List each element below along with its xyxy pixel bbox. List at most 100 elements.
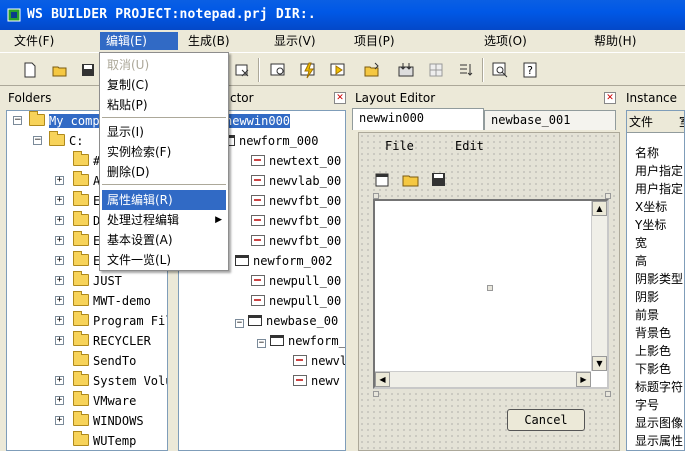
- expand-icon[interactable]: +: [55, 176, 64, 185]
- tree-folder[interactable]: + E: [55, 231, 100, 251]
- tree-drive[interactable]: − C:: [33, 131, 83, 151]
- tab-file[interactable]: 文件: [629, 113, 653, 130]
- expand-icon[interactable]: +: [55, 296, 64, 305]
- property-width[interactable]: 宽: [635, 234, 647, 252]
- tree-folder[interactable]: #: [73, 151, 100, 171]
- preview-search-icon[interactable]: [488, 58, 512, 82]
- menu-edit[interactable]: 编辑(E): [100, 32, 178, 50]
- expand-icon[interactable]: +: [55, 376, 64, 385]
- menu-item-delete[interactable]: 删除(D): [102, 162, 226, 182]
- design-menu-edit[interactable]: Edit: [455, 139, 484, 153]
- tree-folder[interactable]: + RECYCLER: [55, 331, 151, 351]
- new-window-icon[interactable]: [373, 169, 393, 189]
- tree-node[interactable]: newvfbt_00: [251, 231, 341, 251]
- property-background[interactable]: 背景色: [635, 324, 671, 342]
- tree-node[interactable]: newpull_00: [251, 271, 341, 291]
- menu-item-edit-procedure[interactable]: 处理过程编辑 ▶: [102, 210, 226, 230]
- collapse-icon[interactable]: −: [235, 319, 244, 328]
- tree-node[interactable]: newpull_00: [251, 291, 341, 311]
- tree-node[interactable]: newform_002: [235, 251, 332, 271]
- collapse-icon[interactable]: −: [33, 136, 42, 145]
- resize-handle[interactable]: [605, 193, 611, 199]
- tree-folder[interactable]: + VMware: [55, 391, 136, 411]
- tab-room[interactable]: 室: [679, 113, 684, 130]
- tree-folder[interactable]: + D: [55, 211, 100, 231]
- save-icon[interactable]: [76, 58, 100, 82]
- tree-folder[interactable]: + JUST: [55, 271, 122, 291]
- property-y[interactable]: Y坐标: [635, 216, 666, 234]
- menu-project[interactable]: 项目(P): [348, 32, 401, 50]
- tree-folder[interactable]: SendTo: [73, 351, 136, 371]
- tree-node[interactable]: − newform_: [257, 331, 345, 351]
- tree-folder[interactable]: + A: [55, 171, 100, 191]
- property-user-spec-2[interactable]: 用户指定: [635, 180, 683, 198]
- design-menu-file[interactable]: File: [385, 139, 414, 153]
- tree-node[interactable]: newvfbt_00: [251, 211, 341, 231]
- tree-folder[interactable]: + E: [55, 191, 100, 211]
- open-folder-icon[interactable]: [401, 169, 421, 189]
- tab-newwin000[interactable]: newwin000: [352, 108, 484, 130]
- resize-handle[interactable]: [373, 391, 379, 397]
- property-font-size[interactable]: 字号: [635, 396, 659, 414]
- tree-root[interactable]: − My comp: [13, 111, 100, 131]
- menu-item-copy[interactable]: 复制(C): [102, 75, 226, 95]
- property-top-shadow[interactable]: 上影色: [635, 342, 671, 360]
- menu-item-show[interactable]: 显示(I): [102, 122, 226, 142]
- menu-view[interactable]: 显示(V): [268, 32, 322, 50]
- tree-node[interactable]: newvlab_00: [251, 171, 341, 191]
- download-icon[interactable]: [394, 58, 418, 82]
- tree-folder[interactable]: + WINDOWS: [55, 411, 144, 431]
- delete-widget-icon[interactable]: [230, 58, 254, 82]
- resize-handle[interactable]: [373, 193, 379, 199]
- tree-folder[interactable]: + Program Fil: [55, 311, 167, 331]
- property-display-attr[interactable]: 显示属性: [635, 432, 683, 450]
- expand-icon[interactable]: +: [55, 336, 64, 345]
- sort-icon[interactable]: [454, 58, 478, 82]
- property-name[interactable]: 名称: [635, 144, 659, 162]
- tree-folder[interactable]: + MWT-demo: [55, 291, 151, 311]
- menu-item-find-instance[interactable]: 实例检索(F): [102, 142, 226, 162]
- tree-folder[interactable]: + System Volu: [55, 371, 167, 391]
- expand-icon[interactable]: +: [55, 236, 64, 245]
- collapse-icon[interactable]: −: [13, 116, 22, 125]
- run-icon[interactable]: [326, 58, 350, 82]
- property-title-text[interactable]: 标题字符: [635, 378, 683, 396]
- expand-icon[interactable]: +: [55, 196, 64, 205]
- scroll-right-icon[interactable]: ▶: [576, 372, 591, 387]
- property-x[interactable]: X坐标: [635, 198, 667, 216]
- tree-folder[interactable]: + E: [55, 251, 100, 271]
- property-foreground[interactable]: 前景: [635, 306, 659, 324]
- expand-icon[interactable]: +: [55, 316, 64, 325]
- scroll-up-icon[interactable]: ▲: [592, 201, 607, 216]
- close-inspector-icon[interactable]: ✕: [334, 92, 346, 104]
- save-icon[interactable]: [429, 169, 449, 189]
- help-icon[interactable]: ?: [518, 58, 542, 82]
- property-bottom-shadow[interactable]: 下影色: [635, 360, 671, 378]
- list-box-widget[interactable]: ▲ ▼ ◀ ▶: [373, 199, 609, 389]
- vertical-scrollbar[interactable]: ▲ ▼: [591, 201, 607, 371]
- new-file-icon[interactable]: [18, 58, 42, 82]
- menu-item-edit-properties[interactable]: 属性编辑(R): [102, 190, 226, 210]
- property-show-image[interactable]: 显示图像: [635, 414, 683, 432]
- menu-file[interactable]: 文件(F): [8, 32, 60, 50]
- property-user-spec-1[interactable]: 用户指定: [635, 162, 683, 180]
- window-zoom-icon[interactable]: [266, 58, 290, 82]
- open-folder-icon[interactable]: [48, 58, 72, 82]
- scroll-left-icon[interactable]: ◀: [375, 372, 390, 387]
- tree-node[interactable]: newvl: [293, 351, 345, 371]
- tree-node[interactable]: newform_000: [221, 131, 318, 151]
- expand-icon[interactable]: +: [55, 416, 64, 425]
- tab-newbase-001[interactable]: newbase_001: [484, 110, 616, 130]
- menu-item-basic-settings[interactable]: 基本设置(A): [102, 230, 226, 250]
- folder-arrow-icon[interactable]: [360, 58, 384, 82]
- menu-item-paste[interactable]: 粘贴(P): [102, 95, 226, 115]
- expand-icon[interactable]: +: [55, 276, 64, 285]
- menu-help[interactable]: 帮助(H): [588, 32, 642, 50]
- horizontal-scrollbar[interactable]: ◀ ▶: [375, 371, 591, 387]
- design-canvas[interactable]: File Edit ▲ ▼ ◀ ▶ Cancel: [358, 132, 620, 451]
- menu-options[interactable]: 选项(O): [478, 32, 533, 50]
- tree-node[interactable]: newtext_00: [251, 151, 341, 171]
- collapse-icon[interactable]: −: [257, 339, 266, 348]
- resize-handle[interactable]: [605, 391, 611, 397]
- property-shadow-type[interactable]: 阴影类型: [635, 270, 683, 288]
